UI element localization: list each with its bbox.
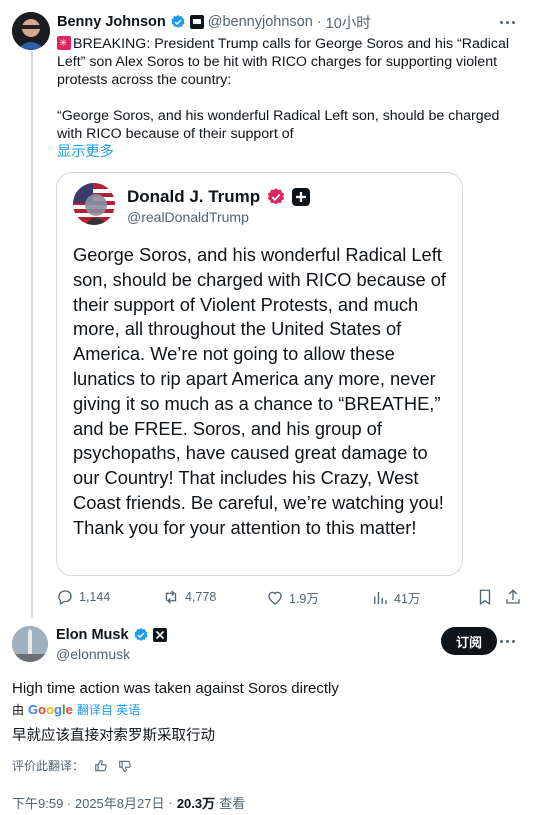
translate-by-label: 由 xyxy=(12,703,25,717)
repost-icon xyxy=(165,590,177,604)
more-icon[interactable] xyxy=(497,12,517,32)
tweet-text-line2: “George Soros, and his wonderful Radical… xyxy=(57,108,500,142)
tweet2-meta: 下午9:59 · 2025年8月27日 · 20.3万 查看 xyxy=(12,793,245,812)
tweet-benny[interactable]: Benny Johnson @bennyjohnson · 10小时 BREAK… xyxy=(0,0,539,618)
translated-text: 早就应该直接对索罗斯采取行动 xyxy=(12,728,215,744)
avatar-elon[interactable] xyxy=(12,626,48,662)
google-logo: Google xyxy=(28,702,73,717)
reply-button[interactable]: 1,144 xyxy=(56,588,110,606)
tweet-actions: 1,144 4,778 1.9万 41万 xyxy=(56,588,526,608)
author-handle[interactable]: @elonmusk xyxy=(56,646,130,662)
quote-author-handle[interactable]: @realDonaldTrump xyxy=(127,209,249,225)
x-logo-icon xyxy=(152,628,167,642)
quoted-tweet[interactable]: Donald J. Trump @realDonaldTrump George … xyxy=(56,172,463,576)
views-button[interactable]: 41万 xyxy=(371,588,420,607)
author-name[interactable]: Elon Musk xyxy=(56,627,129,643)
quote-author-name[interactable]: Donald J. Trump xyxy=(127,187,260,207)
repost-button[interactable]: 4,778 xyxy=(162,588,216,606)
author-name[interactable]: Benny Johnson xyxy=(57,14,166,30)
show-more-link[interactable]: 显示更多 xyxy=(57,143,527,161)
verified-icon xyxy=(134,628,147,641)
tweet-header: Benny Johnson @bennyjohnson · 10小时 xyxy=(57,12,371,33)
avatar-benny[interactable] xyxy=(12,12,50,50)
thumbs-up-icon[interactable] xyxy=(94,759,108,773)
more-icon[interactable] xyxy=(497,631,517,651)
subscribe-button[interactable]: 订阅 xyxy=(441,627,497,655)
like-count: 1.9万 xyxy=(289,592,319,606)
tweet-timestamp[interactable]: 下午9:59 · 2025年8月27日 xyxy=(12,793,164,812)
views-label: 查看 xyxy=(219,796,246,811)
bookmark-button[interactable] xyxy=(476,588,494,606)
siren-emoji-icon xyxy=(57,35,71,53)
rate-translation: 评价此翻译： xyxy=(12,757,132,774)
tweet2-header: Elon Musk xyxy=(56,627,167,643)
separator: · xyxy=(316,14,322,30)
views-count: 41万 xyxy=(394,592,421,606)
views-count: 20.3万 xyxy=(176,796,216,811)
reply-count: 1,144 xyxy=(79,590,111,604)
avatar-trump[interactable] xyxy=(73,183,115,225)
bookmark-icon xyxy=(479,589,491,606)
tweet-text: BREAKING: President Trump calls for Geor… xyxy=(57,35,527,161)
share-button[interactable] xyxy=(504,588,522,606)
share-icon xyxy=(506,589,520,604)
tweet-text-line1: BREAKING: President Trump calls for Geor… xyxy=(57,36,510,88)
quote-header: Donald J. Trump xyxy=(127,187,311,207)
affiliate-badge-icon xyxy=(189,15,204,29)
rate-label: 评价此翻译： xyxy=(12,759,85,773)
verified-icon xyxy=(268,188,285,205)
thumbs-down-icon[interactable] xyxy=(118,759,132,773)
translate-source-link[interactable]: 翻译自 英语 xyxy=(77,701,140,718)
tweet2-text: High time action was taken against Soros… xyxy=(12,680,339,697)
views-icon xyxy=(374,591,387,604)
like-button[interactable]: 1.9万 xyxy=(266,588,319,607)
separator: · xyxy=(168,795,173,810)
repost-count: 4,778 xyxy=(185,590,217,604)
verified-icon xyxy=(171,15,185,28)
tweet-time[interactable]: 10小时 xyxy=(326,12,371,33)
reply-icon xyxy=(58,590,72,605)
author-handle[interactable]: @bennyjohnson xyxy=(208,14,313,30)
like-icon xyxy=(268,591,282,605)
quote-text: George Soros, and his wonderful Radical … xyxy=(73,244,446,538)
translation-attribution: 由 Google 翻译自 英语 xyxy=(12,701,140,718)
plus-badge-icon xyxy=(292,188,311,206)
